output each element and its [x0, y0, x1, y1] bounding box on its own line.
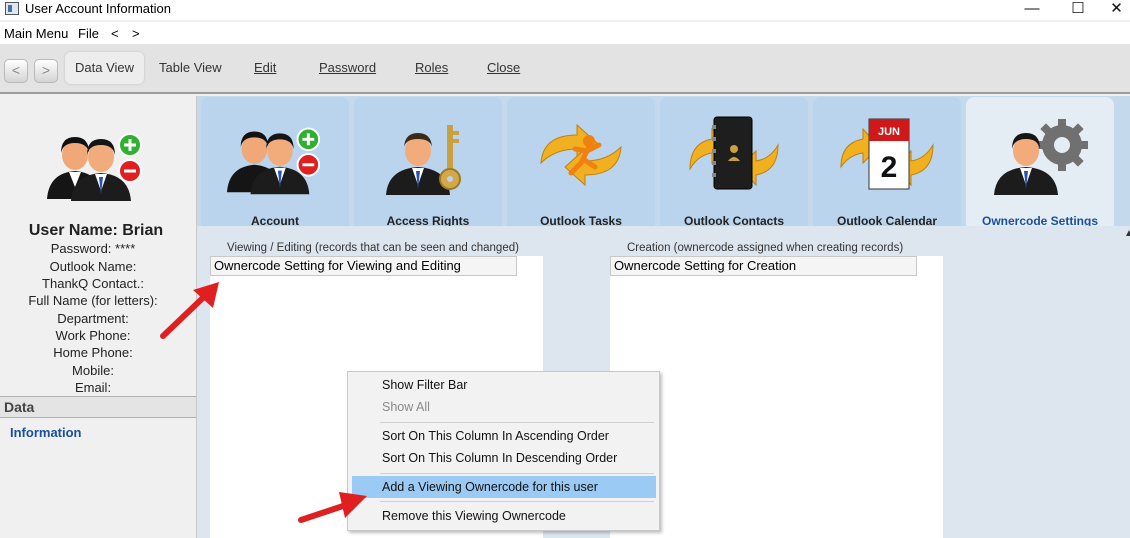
menu-file[interactable]: File: [78, 26, 99, 41]
creation-column-header[interactable]: Ownercode Setting for Creation: [610, 256, 917, 276]
edit-button[interactable]: Edit: [244, 52, 286, 84]
creation-group-label: Creation (ownercode assigned when creati…: [627, 242, 904, 254]
information-link[interactable]: Information: [10, 425, 82, 440]
table-view-button[interactable]: Table View: [149, 52, 232, 84]
menu-separator: [380, 422, 654, 423]
toolbar: < > Data View Table View Edit Password R…: [0, 44, 1130, 94]
menu-main-menu[interactable]: Main Menu: [4, 26, 68, 41]
minimize-button[interactable]: —: [1012, 0, 1052, 20]
window-title: User Account Information: [25, 1, 171, 16]
tab-access-rights[interactable]: Access Rights: [354, 97, 502, 228]
menu-item-remove-viewing-ownercode[interactable]: Remove this Viewing Ownercode: [352, 505, 656, 527]
main-panel: Account Access Rights Outlook Tasks Outl…: [197, 96, 1130, 538]
tasks-sync-icon: [540, 123, 622, 187]
menu-separator: [380, 473, 654, 474]
tab-outlook-calendar[interactable]: JUN 2 Outlook Calendar: [813, 97, 961, 228]
close-window-button[interactable]: ✕: [1103, 0, 1130, 20]
calendar-day-text: 2: [881, 151, 898, 184]
close-button[interactable]: Close: [477, 52, 530, 84]
forward-button[interactable]: >: [34, 59, 58, 83]
menu-item-show-filter-bar[interactable]: Show Filter Bar: [352, 374, 656, 396]
user-gear-icon: [994, 119, 1088, 195]
menu-item-show-all: Show All: [382, 400, 430, 414]
menu-bar: Main Menu File < >: [0, 22, 1130, 44]
menu-back-arrow[interactable]: <: [111, 26, 119, 41]
title-bar: User Account Information — ☐ ✕: [0, 0, 1130, 20]
roles-button[interactable]: Roles: [405, 52, 458, 84]
data-section-header: Data: [0, 396, 196, 418]
viewing-group-label: Viewing / Editing (records that can be s…: [227, 242, 519, 254]
context-menu: Show Filter Bar Show All Sort On This Co…: [347, 371, 660, 531]
home-phone-label: Home Phone:: [53, 345, 133, 360]
password-button[interactable]: Password: [309, 52, 386, 84]
menu-item-sort-descending[interactable]: Sort On This Column In Descending Order: [352, 447, 656, 469]
menu-separator: [380, 501, 654, 502]
data-view-button[interactable]: Data View: [65, 52, 145, 84]
scroll-up-icon[interactable]: ▲: [1124, 228, 1130, 244]
app-icon: [5, 2, 19, 15]
viewing-column-header[interactable]: Ownercode Setting for Viewing and Editin…: [210, 256, 517, 276]
maximize-button[interactable]: ☐: [1058, 0, 1098, 20]
annotation-arrow-icon: [160, 282, 219, 339]
tab-outlook-tasks[interactable]: Outlook Tasks: [507, 97, 655, 228]
tab-outlook-contacts[interactable]: Outlook Contacts: [660, 97, 808, 228]
mobile-label: Mobile:: [72, 363, 114, 378]
menu-item-sort-ascending[interactable]: Sort On This Column In Ascending Order: [352, 425, 656, 447]
menu-item-add-viewing-ownercode[interactable]: Add a Viewing Ownercode for this user: [352, 476, 656, 498]
calendar-month-text: JUN: [878, 126, 900, 138]
users-add-remove-icon: [226, 127, 321, 195]
password-field-label: Password: ****: [50, 241, 136, 256]
tab-ownercode-settings[interactable]: Ownercode Settings: [966, 97, 1114, 228]
annotation-arrow-icon: [298, 492, 367, 523]
app-window: User Account Information — ☐ ✕ Main Menu…: [0, 0, 1130, 538]
tab-account[interactable]: Account: [201, 97, 349, 228]
calendar-sync-icon: JUN 2: [840, 118, 934, 190]
email-label: Email:: [74, 380, 112, 395]
back-button[interactable]: <: [4, 59, 28, 83]
outlook-name-label: Outlook Name:: [49, 259, 137, 274]
contacts-sync-icon: [689, 116, 779, 190]
user-key-icon: [386, 125, 461, 195]
users-add-remove-icon: [47, 133, 142, 201]
menu-forward-arrow[interactable]: >: [132, 26, 140, 41]
username-label: User Name: Brian: [28, 222, 164, 239]
